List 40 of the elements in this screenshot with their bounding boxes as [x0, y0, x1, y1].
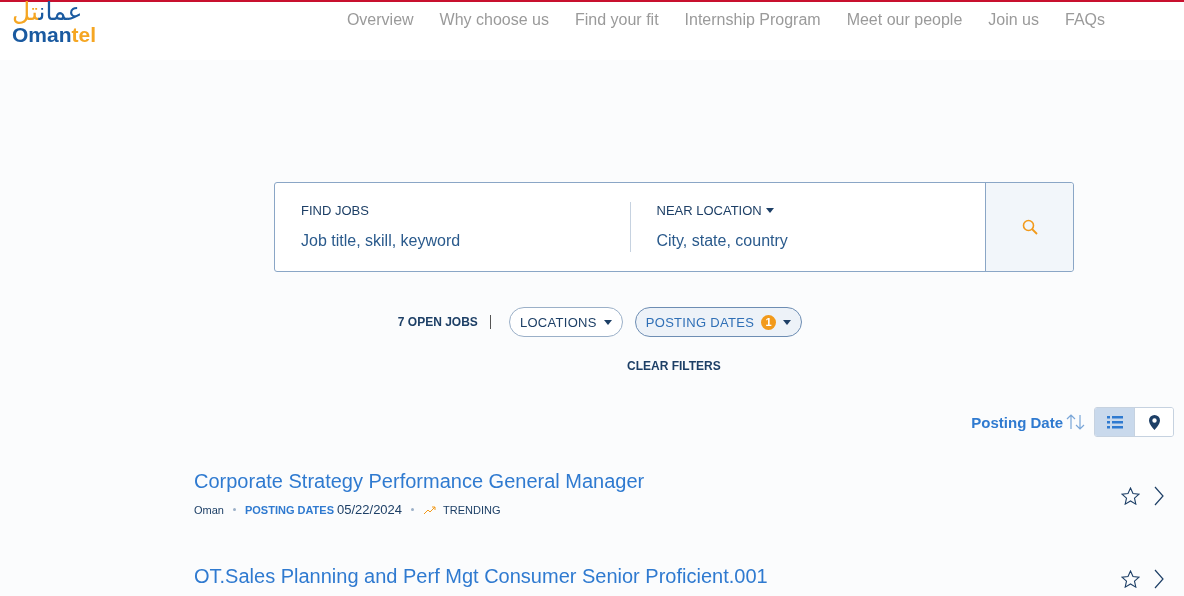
favorite-button[interactable] [1121, 570, 1140, 588]
sort-button[interactable]: Posting Date [971, 413, 1086, 431]
nav-link[interactable]: Join us [975, 2, 1052, 38]
open-jobs-count: 7 OPEN JOBS [397, 315, 478, 329]
favorite-button[interactable] [1121, 486, 1140, 505]
job-location: Oman [194, 503, 224, 516]
job-search-field[interactable]: Job title, skill, keyword [301, 232, 581, 250]
location-field[interactable]: City, state, country [656, 232, 937, 250]
open-job-button[interactable] [1154, 485, 1164, 506]
nav-link[interactable]: Internship Program [671, 2, 834, 38]
nav-link[interactable]: Find your fit [562, 2, 672, 38]
nav-link[interactable]: Overview [333, 2, 427, 38]
caret-icon [603, 319, 612, 325]
filter-dropdown[interactable]: POSTING DATES 1 [634, 307, 803, 337]
trending-tag: TRENDING [443, 503, 501, 516]
job-title-link[interactable]: Corporate Strategy Performance General Manager [194, 470, 1121, 493]
map-pin-icon [1148, 414, 1160, 430]
chevron-right-icon [1154, 569, 1164, 589]
job-title-link[interactable]: OT.Sales Planning and Perf Mgt Consumer Senior Proficient.001 [194, 565, 1121, 588]
count-badge: 1 [761, 314, 777, 330]
posting-date-label: POSTING DATES [244, 503, 334, 516]
nav-link[interactable]: Why choose us [426, 2, 562, 38]
posting-date: 05/22/2024 [337, 502, 403, 517]
clear-filters-button[interactable]: CLEAR FILTERS [627, 359, 721, 373]
star-icon [1121, 486, 1140, 505]
caret-icon [783, 319, 792, 325]
find-jobs-label: FIND JOBS [301, 203, 370, 218]
near-location-label: NEAR LOCATION [656, 203, 762, 218]
caret-icon [765, 208, 774, 213]
sort-arrows-icon [1066, 414, 1086, 430]
star-icon [1121, 570, 1140, 588]
trending-icon [423, 504, 438, 515]
filter-dropdown[interactable]: LOCATIONS [508, 307, 623, 337]
open-job-button[interactable] [1154, 569, 1164, 589]
nav-link[interactable]: FAQs [1052, 2, 1118, 38]
nav-link[interactable]: Meet our people [833, 2, 976, 38]
map-view-button[interactable] [1134, 408, 1173, 436]
search-icon [1021, 219, 1038, 235]
list-icon [1106, 415, 1123, 429]
chevron-right-icon [1154, 485, 1164, 506]
